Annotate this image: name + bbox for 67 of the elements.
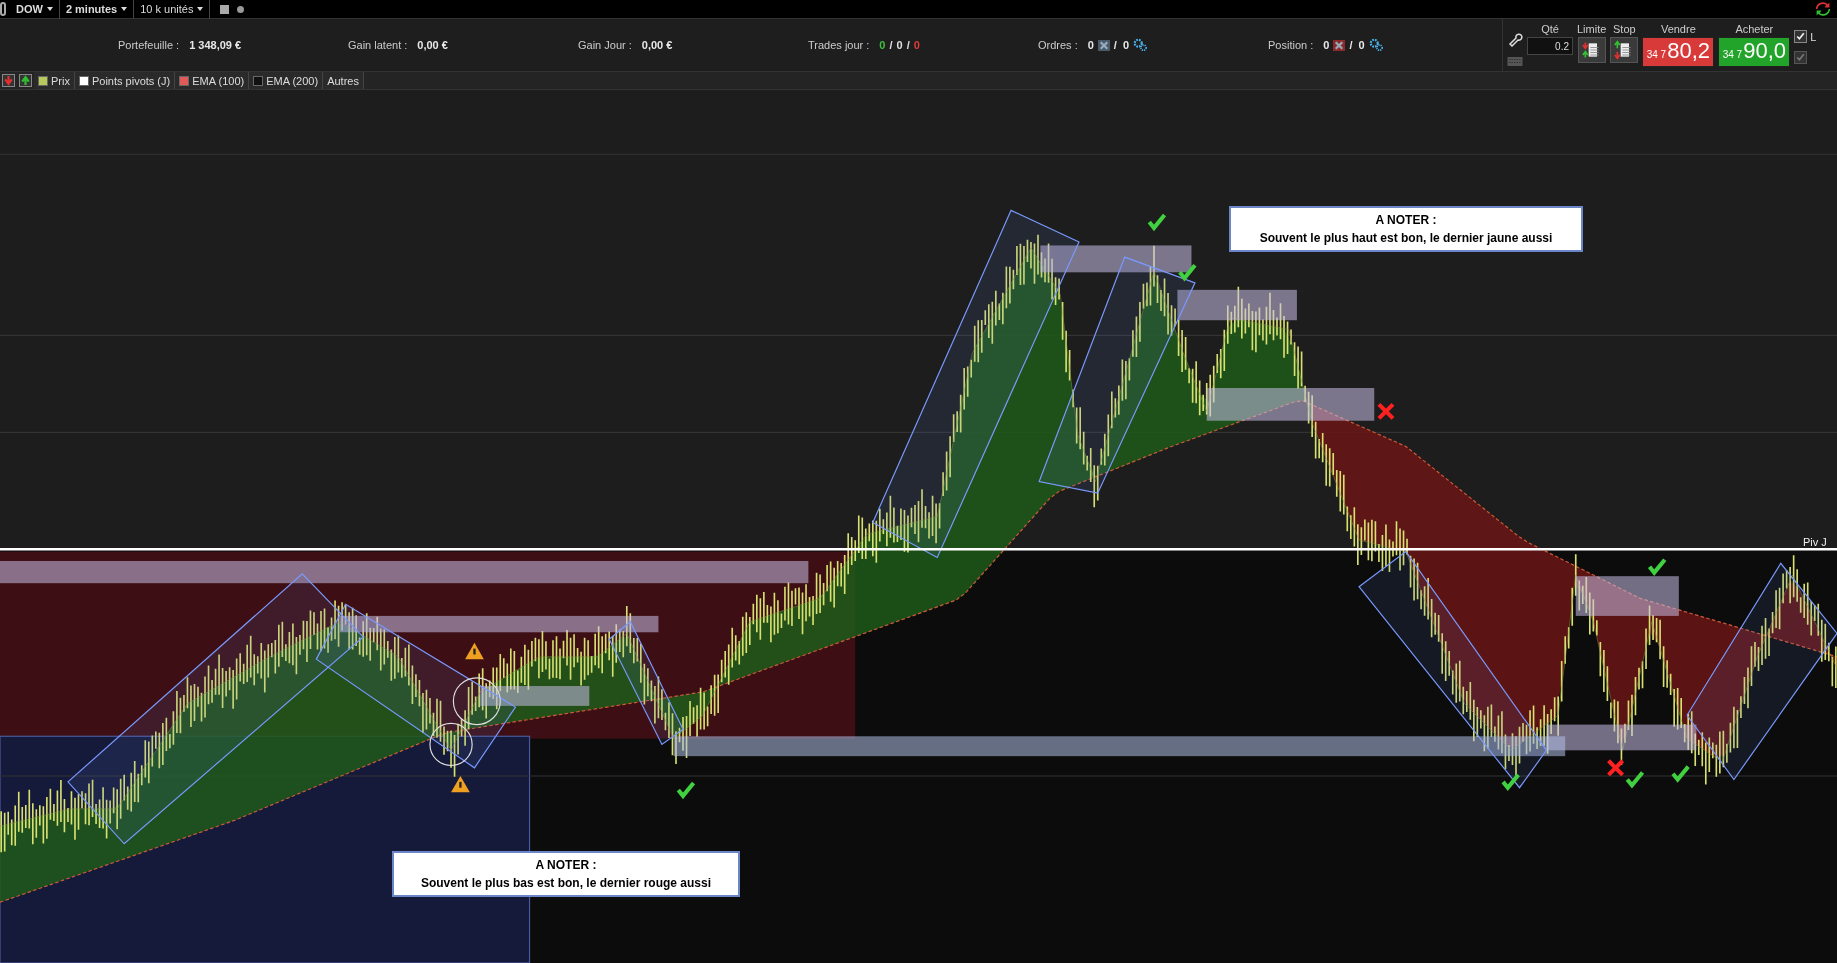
count-value: 0 — [879, 39, 886, 51]
check-icon — [1147, 213, 1167, 232]
timeframe-dropdown[interactable]: 2 minutes — [59, 0, 135, 19]
stat-label: Trades jour : — [808, 39, 870, 51]
warning-icon — [465, 642, 484, 660]
legend-item[interactable]: EMA (200) — [249, 72, 324, 89]
count-value: / — [889, 39, 893, 51]
stat-value: / 0 — [1349, 39, 1365, 51]
caret-icon — [197, 7, 204, 11]
check-icon — [676, 781, 696, 800]
wrench-icon[interactable] — [1507, 30, 1523, 47]
size-dropdown[interactable]: 10 k unités — [134, 0, 211, 19]
note-title: A NOTER : — [1375, 213, 1437, 227]
stat-label: Ordres : — [1038, 39, 1078, 51]
stat-value: 0 — [1087, 39, 1094, 51]
status-dot-icon — [237, 5, 245, 13]
stat-value: 0,00 € — [641, 39, 673, 51]
legend-item[interactable]: EMA (100) — [175, 72, 250, 89]
cancel-icon[interactable] — [1097, 39, 1110, 51]
legend-item[interactable]: Points pivots (J) — [74, 72, 176, 89]
stop-order-button[interactable] — [1610, 37, 1639, 63]
stat-label: Position : — [1268, 39, 1314, 51]
check-icon — [1625, 771, 1645, 789]
sell-label: Vendre — [1660, 23, 1696, 35]
warning-icon — [451, 776, 470, 793]
download-icon[interactable] — [2, 74, 15, 87]
check-icon — [1178, 264, 1197, 282]
count-value: / — [906, 39, 910, 51]
check-icon — [1647, 558, 1667, 576]
upload-icon[interactable] — [19, 74, 32, 87]
checkbox-label: L — [1810, 30, 1817, 43]
stat-value: / 0 — [1113, 39, 1130, 51]
buy-label: Acheter — [1735, 23, 1774, 35]
check-icon — [1671, 765, 1690, 783]
instrument-dropdown[interactable]: DOW — [10, 0, 60, 19]
caret-icon — [121, 7, 128, 11]
quantity-label: Qté — [1541, 23, 1559, 35]
stop-label: Stop — [1613, 23, 1636, 35]
cancel-icon[interactable] — [1333, 39, 1346, 51]
gears-icon[interactable] — [1133, 38, 1148, 52]
sell-button[interactable]: 34 780,2 — [1642, 37, 1715, 67]
refresh-icon[interactable] — [1815, 1, 1831, 17]
stat-label: Gain latent : — [348, 39, 408, 51]
stat-value: 0,00 € — [417, 39, 448, 51]
limit-order-button[interactable] — [1577, 37, 1606, 63]
count-value: 0 — [913, 39, 920, 51]
pivot-label: Piv J — [1803, 536, 1827, 548]
cross-icon — [1606, 758, 1625, 777]
quantity-field[interactable]: 0.2 — [1527, 37, 1573, 55]
stat-value: 1 348,09 € — [189, 39, 242, 51]
stat-label: Gain Jour : — [578, 39, 632, 51]
caret-icon — [46, 7, 53, 11]
limit-label: Limite — [1577, 23, 1607, 35]
note-text: Souvent le plus bas est bon, le dernier rouge aussi — [420, 876, 712, 890]
checkbox[interactable] — [1794, 30, 1808, 43]
stat-label: Portefeuille : — [118, 39, 180, 51]
note-title: A NOTER : — [535, 858, 597, 872]
note-text: Souvent le plus haut est bon, le dernier jaune aussi — [1259, 231, 1553, 245]
highlight-circle — [429, 722, 473, 767]
legend-item[interactable]: Prix — [34, 72, 75, 89]
cross-icon — [1376, 402, 1396, 421]
stat-value: 0 — [1323, 39, 1330, 51]
gears-icon[interactable] — [1368, 38, 1383, 52]
check-icon — [1501, 773, 1520, 791]
highlight-circle — [452, 677, 501, 726]
more-button[interactable]: Autres — [323, 72, 364, 89]
count-value: 0 — [896, 39, 903, 51]
